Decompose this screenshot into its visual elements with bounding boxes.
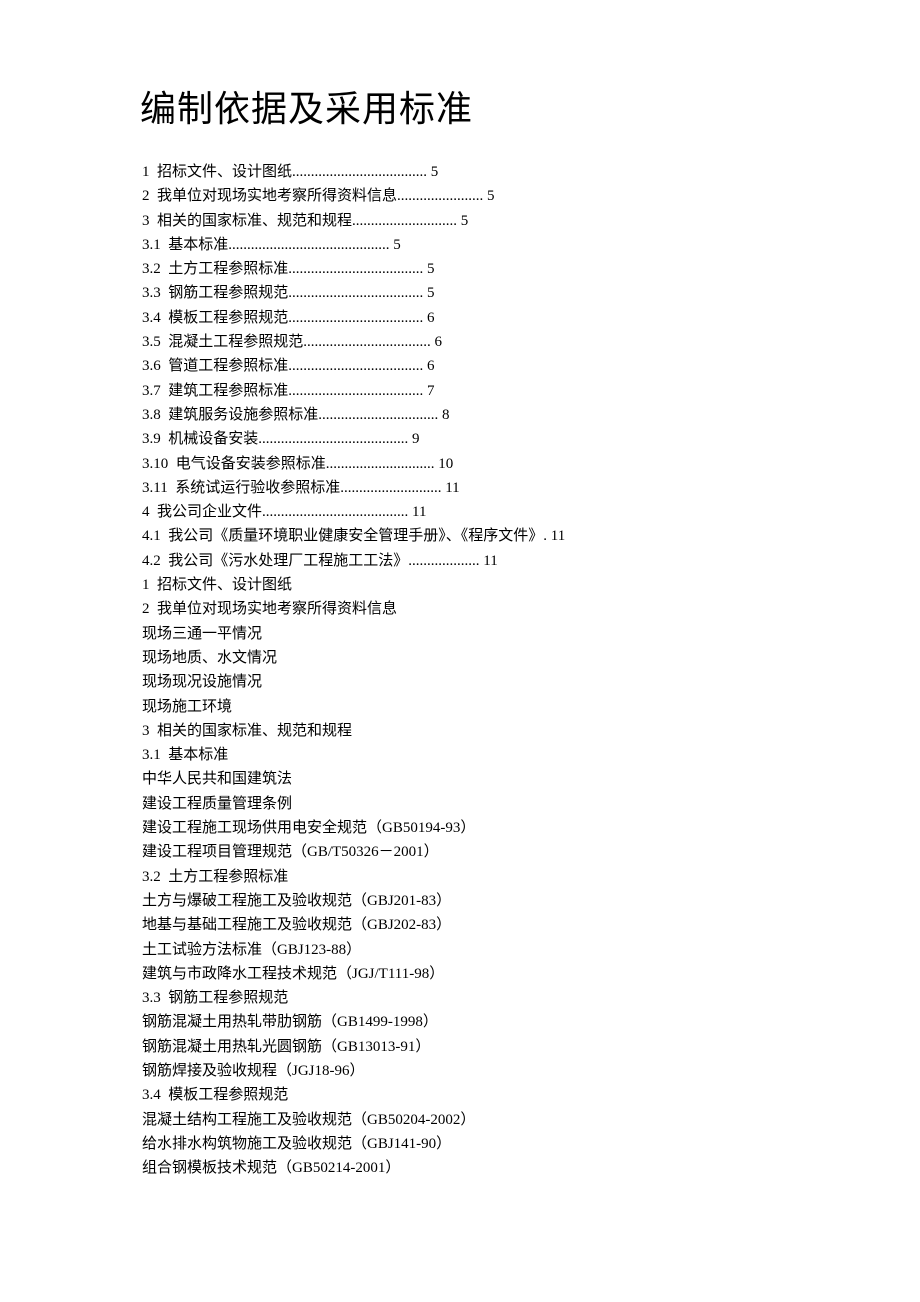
content-line: 现场地质、水文情况 bbox=[142, 646, 780, 670]
toc-line: 3.8 建筑服务设施参照标准..........................… bbox=[142, 403, 780, 427]
toc-line: 4 我公司企业文件...............................… bbox=[142, 500, 780, 524]
toc-line: 3.6 管道工程参照标准............................… bbox=[142, 354, 780, 378]
toc-line: 3 相关的国家标准、规范和规程.........................… bbox=[142, 209, 780, 233]
content-line: 建设工程施工现场供用电安全规范（GB50194-93） bbox=[142, 816, 780, 840]
content-line: 1 招标文件、设计图纸 bbox=[142, 573, 780, 597]
document-body: 1 招标文件、设计图纸.............................… bbox=[142, 160, 780, 1180]
content-line: 混凝土结构工程施工及验收规范（GB50204-2002） bbox=[142, 1108, 780, 1132]
content-line: 现场施工环境 bbox=[142, 695, 780, 719]
content-line: 中华人民共和国建筑法 bbox=[142, 767, 780, 791]
content-line: 2 我单位对现场实地考察所得资料信息 bbox=[142, 597, 780, 621]
toc-line: 4.2 我公司《污水处理厂工程施工工法》................... … bbox=[142, 549, 780, 573]
toc-line: 3.9 机械设备安装..............................… bbox=[142, 427, 780, 451]
toc-line: 3.5 混凝土工程参照规范...........................… bbox=[142, 330, 780, 354]
content-line: 钢筋混凝土用热轧光圆钢筋（GB13013-91） bbox=[142, 1035, 780, 1059]
content-line: 给水排水构筑物施工及验收规范（GBJ141-90） bbox=[142, 1132, 780, 1156]
content-line: 3.3 钢筋工程参照规范 bbox=[142, 986, 780, 1010]
toc-line: 3.11 系统试运行验收参照标准........................… bbox=[142, 476, 780, 500]
toc-line: 4.1 我公司《质量环境职业健康安全管理手册》、《程序文件》. 11 bbox=[142, 524, 780, 548]
toc-line: 2 我单位对现场实地考察所得资料信息......................… bbox=[142, 184, 780, 208]
content-line: 钢筋焊接及验收规程（JGJ18-96） bbox=[142, 1059, 780, 1083]
content-line: 组合钢模板技术规范（GB50214-2001） bbox=[142, 1156, 780, 1180]
content-line: 3.4 模板工程参照规范 bbox=[142, 1083, 780, 1107]
content-line: 钢筋混凝土用热轧带肋钢筋（GB1499-1998） bbox=[142, 1010, 780, 1034]
toc-line: 3.7 建筑工程参照标准............................… bbox=[142, 379, 780, 403]
content-line: 建设工程项目管理规范（GB/T50326－2001） bbox=[142, 840, 780, 864]
content-line: 3.1 基本标准 bbox=[142, 743, 780, 767]
toc-line: 3.3 钢筋工程参照规范............................… bbox=[142, 281, 780, 305]
content-line: 现场三通一平情况 bbox=[142, 622, 780, 646]
toc-line: 3.1 基本标准................................… bbox=[142, 233, 780, 257]
toc-line: 3.2 土方工程参照标准............................… bbox=[142, 257, 780, 281]
content-line: 土工试验方法标准（GBJ123-88） bbox=[142, 938, 780, 962]
content-line: 现场现况设施情况 bbox=[142, 670, 780, 694]
content-line: 土方与爆破工程施工及验收规范（GBJ201-83） bbox=[142, 889, 780, 913]
content-line: 地基与基础工程施工及验收规范（GBJ202-83） bbox=[142, 913, 780, 937]
toc-line: 3.10 电气设备安装参照标准.........................… bbox=[142, 452, 780, 476]
content-line: 建筑与市政降水工程技术规范（JGJ/T111-98） bbox=[142, 962, 780, 986]
content-line: 建设工程质量管理条例 bbox=[142, 792, 780, 816]
document-title: 编制依据及采用标准 bbox=[140, 80, 780, 132]
content-line: 3 相关的国家标准、规范和规程 bbox=[142, 719, 780, 743]
toc-line: 3.4 模板工程参照规范............................… bbox=[142, 306, 780, 330]
content-line: 3.2 土方工程参照标准 bbox=[142, 865, 780, 889]
toc-line: 1 招标文件、设计图纸.............................… bbox=[142, 160, 780, 184]
